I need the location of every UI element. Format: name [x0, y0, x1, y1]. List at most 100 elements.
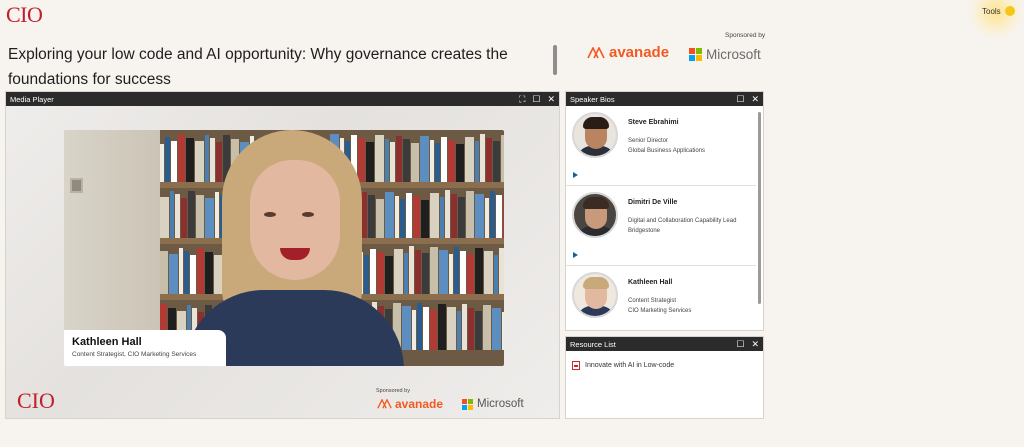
speaker-avatar: [572, 112, 618, 158]
book-spine: [502, 311, 504, 350]
book-spine: [467, 254, 474, 294]
media-player-panel: Media Player ⛶ ☐ ✕ Kathleen Hall Content…: [5, 91, 560, 419]
book-spine: [196, 194, 204, 238]
speaker-bios-header: Speaker Bios ☐ ✕: [566, 92, 763, 106]
sponsored-label: Sponsored by: [725, 32, 766, 39]
resource-item-label: Innovate with AI in Low-code: [585, 362, 675, 369]
speaker-avatar: [572, 192, 618, 238]
title-scrollbar[interactable]: [553, 45, 557, 75]
book-spine: [458, 197, 465, 238]
book-spine: [395, 195, 399, 238]
book-spine: [449, 253, 453, 294]
book-spine: [205, 198, 214, 238]
close-icon[interactable]: ✕: [751, 94, 759, 104]
tools-button[interactable]: Tools: [982, 6, 1015, 16]
stage-avanade-wordmark: avanade: [395, 397, 444, 411]
stage-microsoft-logo: Microsoft: [462, 398, 524, 410]
book-spine: [165, 137, 170, 182]
book-spine: [475, 194, 484, 238]
maximize-icon[interactable]: ☐: [736, 339, 744, 349]
speaker-role: Senior Director Global Business Applicat…: [628, 138, 706, 154]
video-frame[interactable]: Kathleen Hall Content Strategist, CIO Ma…: [64, 130, 504, 366]
resource-list-title: Resource List: [570, 339, 616, 349]
book-spine: [422, 253, 429, 294]
book-spine: [457, 310, 461, 350]
book-spine: [190, 254, 196, 294]
book-spine: [385, 138, 389, 182]
book-spine: [171, 140, 177, 182]
book-spine: [448, 140, 455, 182]
book-spine: [454, 247, 459, 294]
book-spine: [430, 246, 438, 294]
book-spine: [215, 191, 219, 238]
book-spine: [364, 255, 369, 294]
book-spine: [160, 250, 168, 294]
speaker-list-scrollbar[interactable]: [758, 112, 761, 304]
presenter-role: Content Strategist, CIO Marketing Servic…: [72, 351, 197, 358]
speaker-card[interactable]: Dimitri De Ville Digital and Collaborati…: [566, 186, 756, 266]
book-spine: [475, 311, 482, 350]
book-spine: [486, 137, 492, 182]
book-spine: [468, 307, 474, 350]
fullscreen-icon[interactable]: ⛶: [519, 94, 525, 104]
maximize-icon[interactable]: ☐: [736, 94, 744, 104]
book-spine: [447, 307, 456, 350]
book-spine: [483, 304, 491, 350]
play-icon[interactable]: [573, 252, 578, 258]
book-spine: [205, 251, 213, 294]
book-spine: [466, 190, 474, 238]
book-spine: [415, 249, 421, 294]
book-spine: [160, 143, 164, 182]
book-spine: [184, 251, 189, 294]
presenter-face: [250, 160, 340, 280]
book-spine: [430, 193, 439, 238]
book-spine: [490, 191, 495, 238]
speaker-list[interactable]: Steve Ebrahimi Senior Director Global Bu…: [566, 106, 756, 330]
presenter-name-card: Kathleen Hall Content Strategist, CIO Ma…: [64, 330, 226, 366]
book-spine: [421, 199, 429, 238]
book-spine: [417, 303, 422, 350]
tools-label: Tools: [982, 6, 1001, 16]
microsoft-wordmark: Microsoft: [706, 47, 761, 62]
book-spine: [404, 252, 408, 294]
book-spine: [170, 190, 174, 238]
book-spine: [423, 306, 429, 350]
play-icon[interactable]: [573, 172, 578, 178]
book-spine: [205, 134, 209, 182]
resource-item[interactable]: Innovate with AI in Low-code: [572, 361, 674, 370]
book-spine: [409, 246, 414, 294]
book-spine: [394, 249, 403, 294]
speaker-avatar: [572, 272, 618, 318]
avanade-wordmark: avanade: [609, 44, 670, 61]
book-spine: [178, 134, 185, 182]
book-spine: [169, 254, 178, 294]
speaker-card[interactable]: Kathleen Hall Content Strategist CIO Mar…: [566, 266, 756, 330]
book-spine: [413, 196, 420, 238]
book-spine: [475, 247, 483, 294]
avanade-logo[interactable]: avanade: [587, 44, 669, 61]
stage-avanade-mark-icon: [377, 399, 392, 409]
book-spine: [181, 197, 187, 238]
close-icon[interactable]: ✕: [751, 339, 759, 349]
book-spine: [400, 199, 405, 238]
book-spine: [440, 196, 444, 238]
speaker-card[interactable]: Steve Ebrahimi Senior Director Global Bu…: [566, 106, 756, 186]
book-spine: [480, 134, 485, 182]
microsoft-logo[interactable]: Microsoft: [689, 47, 761, 62]
book-spine: [216, 141, 222, 182]
book-spine: [160, 197, 169, 238]
speaker-bios-panel: Speaker Bios ☐ ✕ Steve Ebrahimi Senior D…: [565, 91, 764, 331]
book-spine: [441, 136, 447, 182]
cio-logo: CIO: [6, 2, 43, 27]
light-switch: [70, 178, 83, 193]
book-spine: [462, 304, 467, 350]
book-spine: [175, 194, 180, 238]
close-icon[interactable]: ✕: [547, 94, 555, 104]
book-spine: [186, 137, 194, 182]
book-spine: [195, 141, 204, 182]
book-spine: [484, 251, 493, 294]
maximize-icon[interactable]: ☐: [532, 94, 540, 104]
speaker-name: Kathleen Hall: [628, 279, 673, 286]
stage-microsoft-grid-icon: [462, 398, 473, 410]
video-stage[interactable]: Kathleen Hall Content Strategist, CIO Ma…: [6, 106, 559, 418]
